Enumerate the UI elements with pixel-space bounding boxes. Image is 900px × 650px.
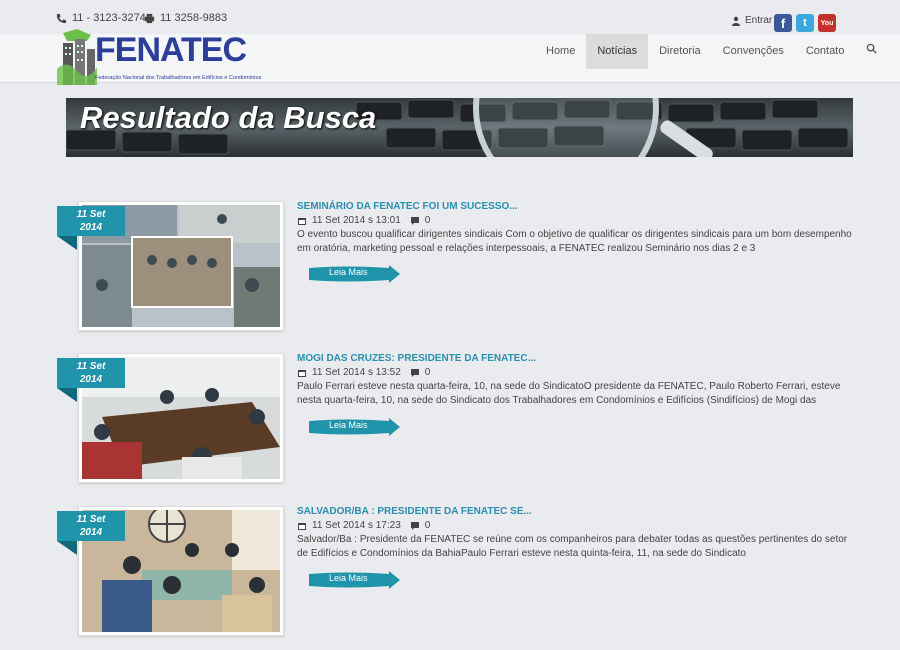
read-more-button[interactable]: Leia Mais	[307, 265, 400, 283]
article-meta: 11 Set 2014 s 13:01 0	[297, 215, 430, 226]
date-day: 11 Set	[76, 209, 106, 220]
article-meta: 11 Set 2014 s 17:23 0	[297, 520, 430, 531]
menu-item-contato[interactable]: Contato	[795, 34, 856, 69]
user-icon	[732, 16, 740, 26]
article-datetime: 11 Set 2014 s 17:23	[312, 520, 401, 531]
article-datetime: 11 Set 2014 s 13:52	[312, 367, 401, 378]
date-badge-fold	[57, 388, 77, 402]
logo-word: FENATEC	[95, 31, 247, 69]
search-icon	[867, 43, 877, 54]
phone-1: 11 - 3123-3274	[56, 12, 146, 24]
comment-icon	[410, 216, 419, 225]
article-title[interactable]: SEMINÁRIO DA FENATEC FOI UM SUCESSO...	[297, 201, 518, 212]
read-more-button[interactable]: Leia Mais	[307, 571, 400, 589]
article-datetime: 11 Set 2014 s 13:01	[312, 215, 401, 226]
read-more-label: Leia Mais	[329, 420, 368, 430]
date-badge: 11 Set 2014	[57, 511, 125, 541]
login-link[interactable]: Entrar	[731, 15, 772, 26]
article-excerpt: O evento buscou qualificar dirigentes si…	[297, 229, 852, 254]
search-button[interactable]	[855, 34, 888, 69]
menu-item-convencoes[interactable]: Convenções	[712, 34, 795, 69]
date-badge-fold	[57, 541, 77, 555]
menu-item-noticias[interactable]: Notícias	[586, 34, 649, 69]
article-meta: 11 Set 2014 s 13:52 0	[297, 367, 430, 378]
article-item: 11 Set 2014 SEMINÁRIO DA FENATEC FOI UM …	[0, 201, 900, 341]
fax-icon	[144, 13, 155, 23]
article-comments: 0	[424, 520, 431, 531]
login-label: Entrar	[745, 15, 773, 26]
date-badge: 11 Set 2014	[57, 358, 125, 388]
read-more-button[interactable]: Leia Mais	[307, 418, 400, 436]
comment-icon	[410, 521, 419, 530]
menu-item-diretoria[interactable]: Diretoria	[648, 34, 712, 69]
menu-item-home[interactable]: Home	[535, 34, 586, 69]
date-year: 2014	[79, 222, 103, 233]
date-year: 2014	[79, 374, 103, 385]
phone-1-text: 11 - 3123-3274	[72, 12, 146, 24]
article-excerpt: Salvador/Ba : Presidente da FENATEC se r…	[297, 534, 848, 559]
article-title[interactable]: SALVADOR/BA : PRESIDENTE DA FENATEC SE..…	[297, 506, 532, 517]
youtube-icon[interactable]: You	[818, 14, 836, 32]
phone-icon	[56, 13, 67, 23]
date-badge-fold	[57, 236, 77, 250]
calendar-icon	[298, 217, 306, 225]
article-title[interactable]: MOGI DAS CRUZES: PRESIDENTE DA FENATEC..…	[297, 353, 536, 364]
phone-2-text: 11 3258-9883	[160, 12, 228, 24]
logo[interactable]: FENATEC Federação Nacional dos Trabalhad…	[57, 29, 261, 85]
read-more-label: Leia Mais	[329, 267, 368, 277]
article-excerpt: Paulo Ferrari esteve nesta quarta-feira,…	[297, 381, 841, 406]
article-comments: 0	[424, 367, 431, 378]
date-day: 11 Set	[76, 514, 106, 525]
date-day: 11 Set	[76, 361, 106, 372]
facebook-icon[interactable]: f	[774, 14, 792, 32]
banner-title: Resultado da Busca	[80, 100, 377, 135]
article-item: 11 Set 2014 MOGI DAS CRUZES: PRESIDENTE …	[0, 353, 900, 493]
comment-icon	[410, 368, 419, 377]
date-badge: 11 Set 2014	[57, 206, 125, 236]
calendar-icon	[298, 522, 306, 530]
article-item: 11 Set 2014 SALVADOR/BA : PRESIDENTE DA …	[0, 506, 900, 646]
phone-2: 11 3258-9883	[144, 12, 227, 24]
logo-building-icon	[57, 29, 97, 85]
search-results-banner: Resultado da Busca	[66, 98, 853, 157]
article-comments: 0	[424, 215, 431, 226]
date-year: 2014	[79, 527, 103, 538]
main-menu: Home Notícias Diretoria Convenções Conta…	[535, 34, 888, 69]
read-more-label: Leia Mais	[329, 573, 368, 583]
calendar-icon	[298, 369, 306, 377]
twitter-icon[interactable]: t	[796, 14, 814, 32]
logo-subtitle: Federação Nacional dos Trabalhadores em …	[95, 75, 262, 81]
